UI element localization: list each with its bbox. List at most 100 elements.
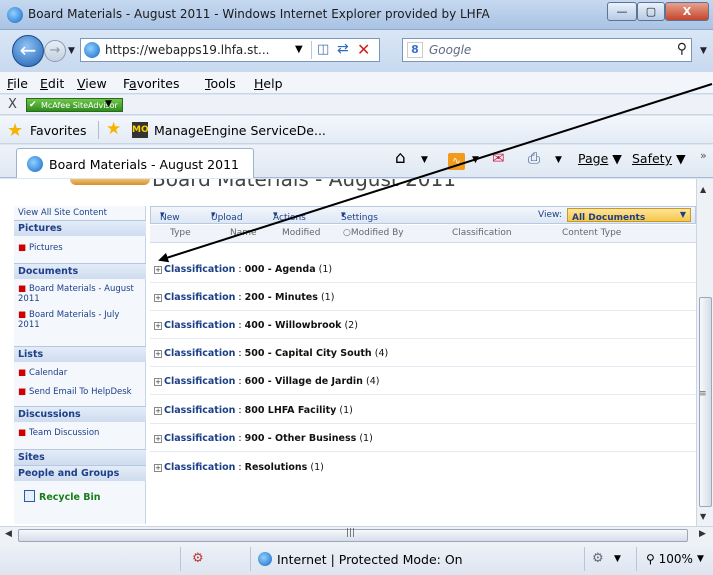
view-all-site-content-link[interactable]: View All Site Content — [18, 208, 107, 218]
upload-menu[interactable]: Upload ▾ — [211, 210, 243, 223]
popup-blocker-icon[interactable]: ⚙ — [192, 551, 204, 566]
refresh-icon[interactable]: ⇄ — [337, 41, 349, 57]
ql-item-pictures[interactable]: ■ Pictures — [18, 243, 63, 253]
print-dropdown-icon[interactable]: ▼ — [555, 155, 562, 165]
vertical-scrollbar[interactable]: ▲ ≡ ▼ — [696, 179, 713, 526]
safety-menu-label: Safety — [632, 151, 672, 166]
ql-heading-people-and-groups[interactable]: People and Groups — [14, 465, 146, 481]
stop-icon[interactable]: ✕ — [357, 40, 370, 59]
group-row[interactable]: + Classification : 200 - Minutes (1) — [154, 292, 334, 303]
back-button[interactable]: ← — [12, 35, 44, 67]
ql-heading-lists[interactable]: Lists — [14, 346, 146, 362]
expand-icon[interactable]: + — [154, 350, 162, 358]
column-modified-by[interactable]: ○Modified By — [343, 228, 404, 238]
search-input[interactable]: Google — [429, 43, 471, 57]
ql-heading-pictures[interactable]: Pictures — [14, 220, 146, 236]
group-row[interactable]: + Classification : 900 - Other Business (… — [154, 433, 373, 444]
page-title: Board Materials - August 2011 — [152, 179, 456, 191]
ql-heading-discussions[interactable]: Discussions — [14, 406, 146, 422]
menu-favorites[interactable]: Favorites — [123, 76, 179, 91]
view-selector[interactable]: All Documents ▼ — [567, 208, 691, 223]
feeds-icon[interactable]: ∿ — [448, 153, 465, 170]
column-content-type[interactable]: Content Type — [562, 228, 621, 238]
new-menu[interactable]: New ▾ — [160, 210, 180, 223]
ql-heading-documents[interactable]: Documents — [14, 263, 146, 279]
expand-icon[interactable]: + — [154, 322, 162, 330]
zone-dropdown-icon[interactable]: ▼ — [614, 554, 621, 564]
settings-menu[interactable]: Settings ▾ — [341, 210, 378, 223]
menu-help[interactable]: Help — [254, 76, 283, 91]
security-zone[interactable]: Internet | Protected Mode: On — [277, 552, 463, 567]
search-box[interactable]: 8 Google ⚲ — [402, 38, 692, 62]
check-icon: ✔ — [29, 100, 37, 110]
horizontal-scrollbar[interactable]: ◀ ||| ▶ — [0, 526, 713, 543]
expand-icon[interactable]: + — [154, 378, 162, 386]
more-commands-icon[interactable]: » — [700, 149, 707, 162]
column-classification[interactable]: Classification — [452, 228, 512, 238]
group-row[interactable]: + Classification : 000 - Agenda (1) — [154, 264, 332, 275]
menu-tools[interactable]: Tools — [205, 76, 236, 91]
page-menu[interactable]: Page ▼ — [578, 151, 622, 166]
protected-mode-icon[interactable]: ⚙ — [592, 551, 604, 566]
maximize-button[interactable]: ▢ — [637, 2, 665, 21]
search-icon[interactable]: ⚲ — [677, 41, 687, 57]
tab-board-materials[interactable]: Board Materials - August 2011 — [16, 148, 254, 178]
read-mail-icon[interactable]: ✉ — [492, 149, 505, 167]
home-icon[interactable]: ⌂ — [395, 148, 406, 168]
expand-icon[interactable]: + — [154, 464, 162, 472]
address-dropdown-icon[interactable]: ▼ — [295, 44, 303, 55]
close-toolbar-icon[interactable]: X — [8, 97, 17, 112]
minimize-button[interactable]: — — [607, 2, 637, 21]
expand-icon[interactable]: + — [154, 407, 162, 415]
add-favorite-icon[interactable]: ★ — [106, 119, 121, 139]
compatibility-view-icon[interactable]: ◫ — [317, 42, 329, 57]
group-row[interactable]: + Classification : 400 - Willowbrook (2) — [154, 320, 358, 331]
column-type[interactable]: Type — [170, 228, 191, 238]
new-menu-label: New — [160, 213, 180, 223]
ql-item-board-materials-august[interactable]: ■ Board Materials - August 2011 — [18, 284, 136, 304]
favorite-link-manageengine[interactable]: ManageEngine ServiceDe... — [154, 123, 326, 138]
menu-edit[interactable]: Edit — [40, 76, 64, 91]
recycle-bin-icon — [24, 490, 35, 502]
zoom-dropdown-icon[interactable]: ▼ — [697, 554, 704, 564]
group-row[interactable]: + Classification : 500 - Capital City Sou… — [154, 348, 388, 359]
group-row[interactable]: + Classification : 600 - Village de Jardi… — [154, 376, 379, 387]
group-row[interactable]: + Classification : 800 LHFA Facility (1) — [154, 405, 353, 416]
recycle-bin-link[interactable]: Recycle Bin — [24, 490, 100, 503]
search-options-dropdown-icon[interactable]: ▼ — [700, 46, 707, 56]
expand-icon[interactable]: + — [154, 294, 162, 302]
favorites-button[interactable]: Favorites — [30, 123, 86, 138]
address-bar[interactable]: https://webapps19.lhfa.st... ▼ ◫ ⇄ ✕ — [80, 38, 380, 62]
address-url[interactable]: https://webapps19.lhfa.st... — [105, 43, 269, 57]
actions-menu[interactable]: Actions ▾ — [273, 210, 306, 223]
print-icon[interactable]: ⎙ — [528, 149, 540, 167]
ql-item-team-discussion[interactable]: ■ Team Discussion — [18, 428, 99, 438]
group-row[interactable]: + Classification : Resolutions (1) — [154, 462, 324, 473]
group-count: (1) — [359, 433, 373, 444]
menu-view[interactable]: View — [77, 76, 107, 91]
forward-button[interactable]: → — [44, 40, 66, 62]
ql-item-calendar[interactable]: ■ Calendar — [18, 368, 67, 378]
column-modified[interactable]: Modified — [282, 228, 320, 238]
ql-heading-sites[interactable]: Sites — [14, 449, 146, 465]
scroll-left-icon[interactable]: ◀ — [5, 529, 12, 539]
mcafee-dropdown-icon[interactable]: ▼ — [105, 99, 112, 109]
scroll-right-icon[interactable]: ▶ — [699, 529, 706, 539]
menu-file[interactable]: File — [7, 76, 28, 91]
scroll-down-icon[interactable]: ▼ — [700, 512, 706, 521]
scroll-up-icon[interactable]: ▲ — [700, 185, 706, 194]
safety-menu[interactable]: Safety ▼ — [632, 151, 686, 166]
expand-icon[interactable]: + — [154, 266, 162, 274]
vertical-scroll-thumb[interactable] — [699, 297, 712, 507]
expand-icon[interactable]: + — [154, 435, 162, 443]
ql-item-send-email-helpdesk[interactable]: ■ Send Email To HelpDesk — [18, 387, 132, 397]
column-name[interactable]: Name — [230, 228, 257, 238]
feeds-dropdown-icon[interactable]: ▼ — [472, 155, 479, 165]
favorites-star-icon[interactable]: ★ — [7, 120, 23, 141]
close-button[interactable]: X — [665, 2, 709, 21]
group-value: 000 - Agenda — [244, 264, 316, 275]
recent-pages-dropdown-icon[interactable]: ▼ — [68, 46, 75, 56]
zoom-level[interactable]: ⚲ 100% — [646, 552, 693, 566]
home-dropdown-icon[interactable]: ▼ — [421, 155, 428, 165]
ql-item-board-materials-july[interactable]: ■ Board Materials - July 2011 — [18, 310, 136, 330]
